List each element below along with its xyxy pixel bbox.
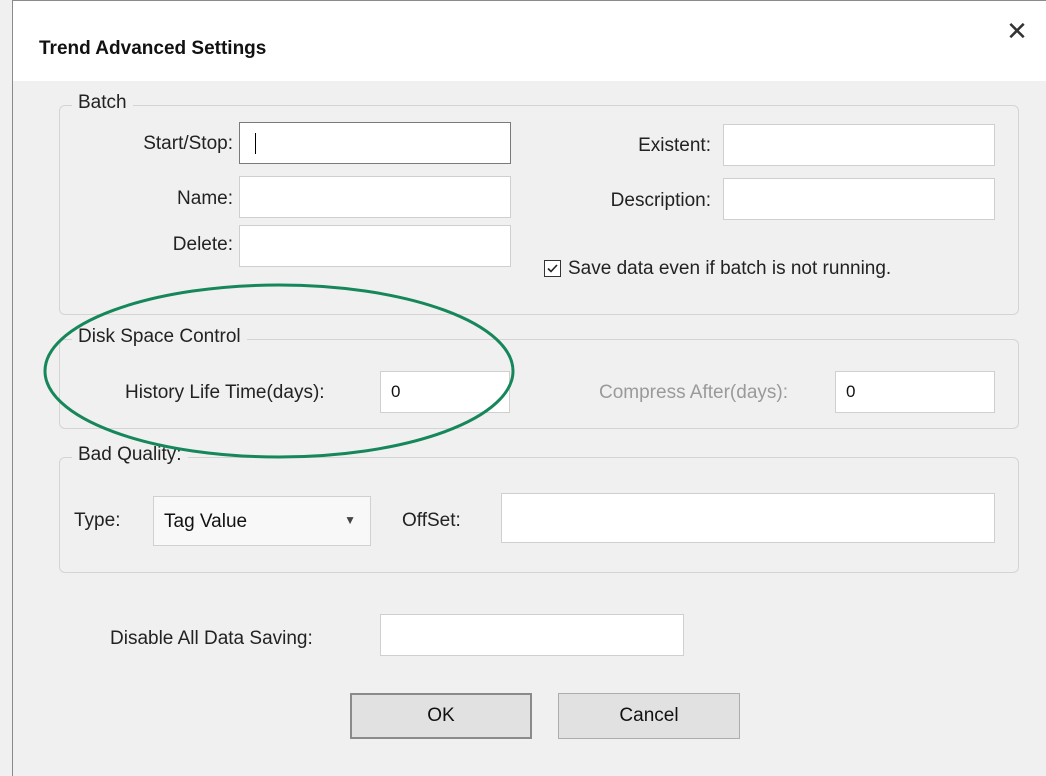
type-dropdown[interactable]: Tag Value ▼ xyxy=(153,496,371,546)
text-caret xyxy=(255,133,256,154)
delete-label: Delete: xyxy=(172,234,233,255)
offset-label: OffSet: xyxy=(402,510,461,531)
start-stop-field[interactable] xyxy=(239,122,511,164)
close-icon[interactable]: ✕ xyxy=(1001,15,1033,47)
offset-field[interactable] xyxy=(501,493,995,543)
dialog-title: Trend Advanced Settings xyxy=(39,38,267,59)
chevron-down-icon: ▼ xyxy=(344,513,356,527)
description-label: Description: xyxy=(610,190,711,211)
name-field[interactable] xyxy=(239,176,511,218)
type-label: Type: xyxy=(74,510,121,531)
checkmark-icon xyxy=(547,264,558,273)
delete-field[interactable] xyxy=(239,225,511,267)
compress-after-label: Compress After(days): xyxy=(599,382,788,403)
disable-all-field[interactable] xyxy=(380,614,684,656)
save-data-label: Save data even if batch is not running. xyxy=(568,258,892,279)
cancel-button[interactable]: Cancel xyxy=(558,693,740,739)
batch-legend: Batch xyxy=(72,92,133,114)
highlight-ellipse xyxy=(43,283,515,459)
start-stop-label: Start/Stop: xyxy=(143,133,233,154)
annotation-ellipse xyxy=(43,283,515,459)
save-data-checkbox[interactable] xyxy=(544,260,561,277)
title-bar: Trend Advanced Settings ✕ xyxy=(13,1,1046,81)
name-label: Name: xyxy=(177,188,233,209)
compress-after-field[interactable]: 0 xyxy=(835,371,995,413)
disable-all-label: Disable All Data Saving: xyxy=(110,628,313,649)
ok-button[interactable]: OK xyxy=(350,693,532,739)
type-selected-value: Tag Value xyxy=(164,511,248,532)
existent-field[interactable] xyxy=(723,124,995,166)
description-field[interactable] xyxy=(723,178,995,220)
existent-label: Existent: xyxy=(638,135,711,156)
